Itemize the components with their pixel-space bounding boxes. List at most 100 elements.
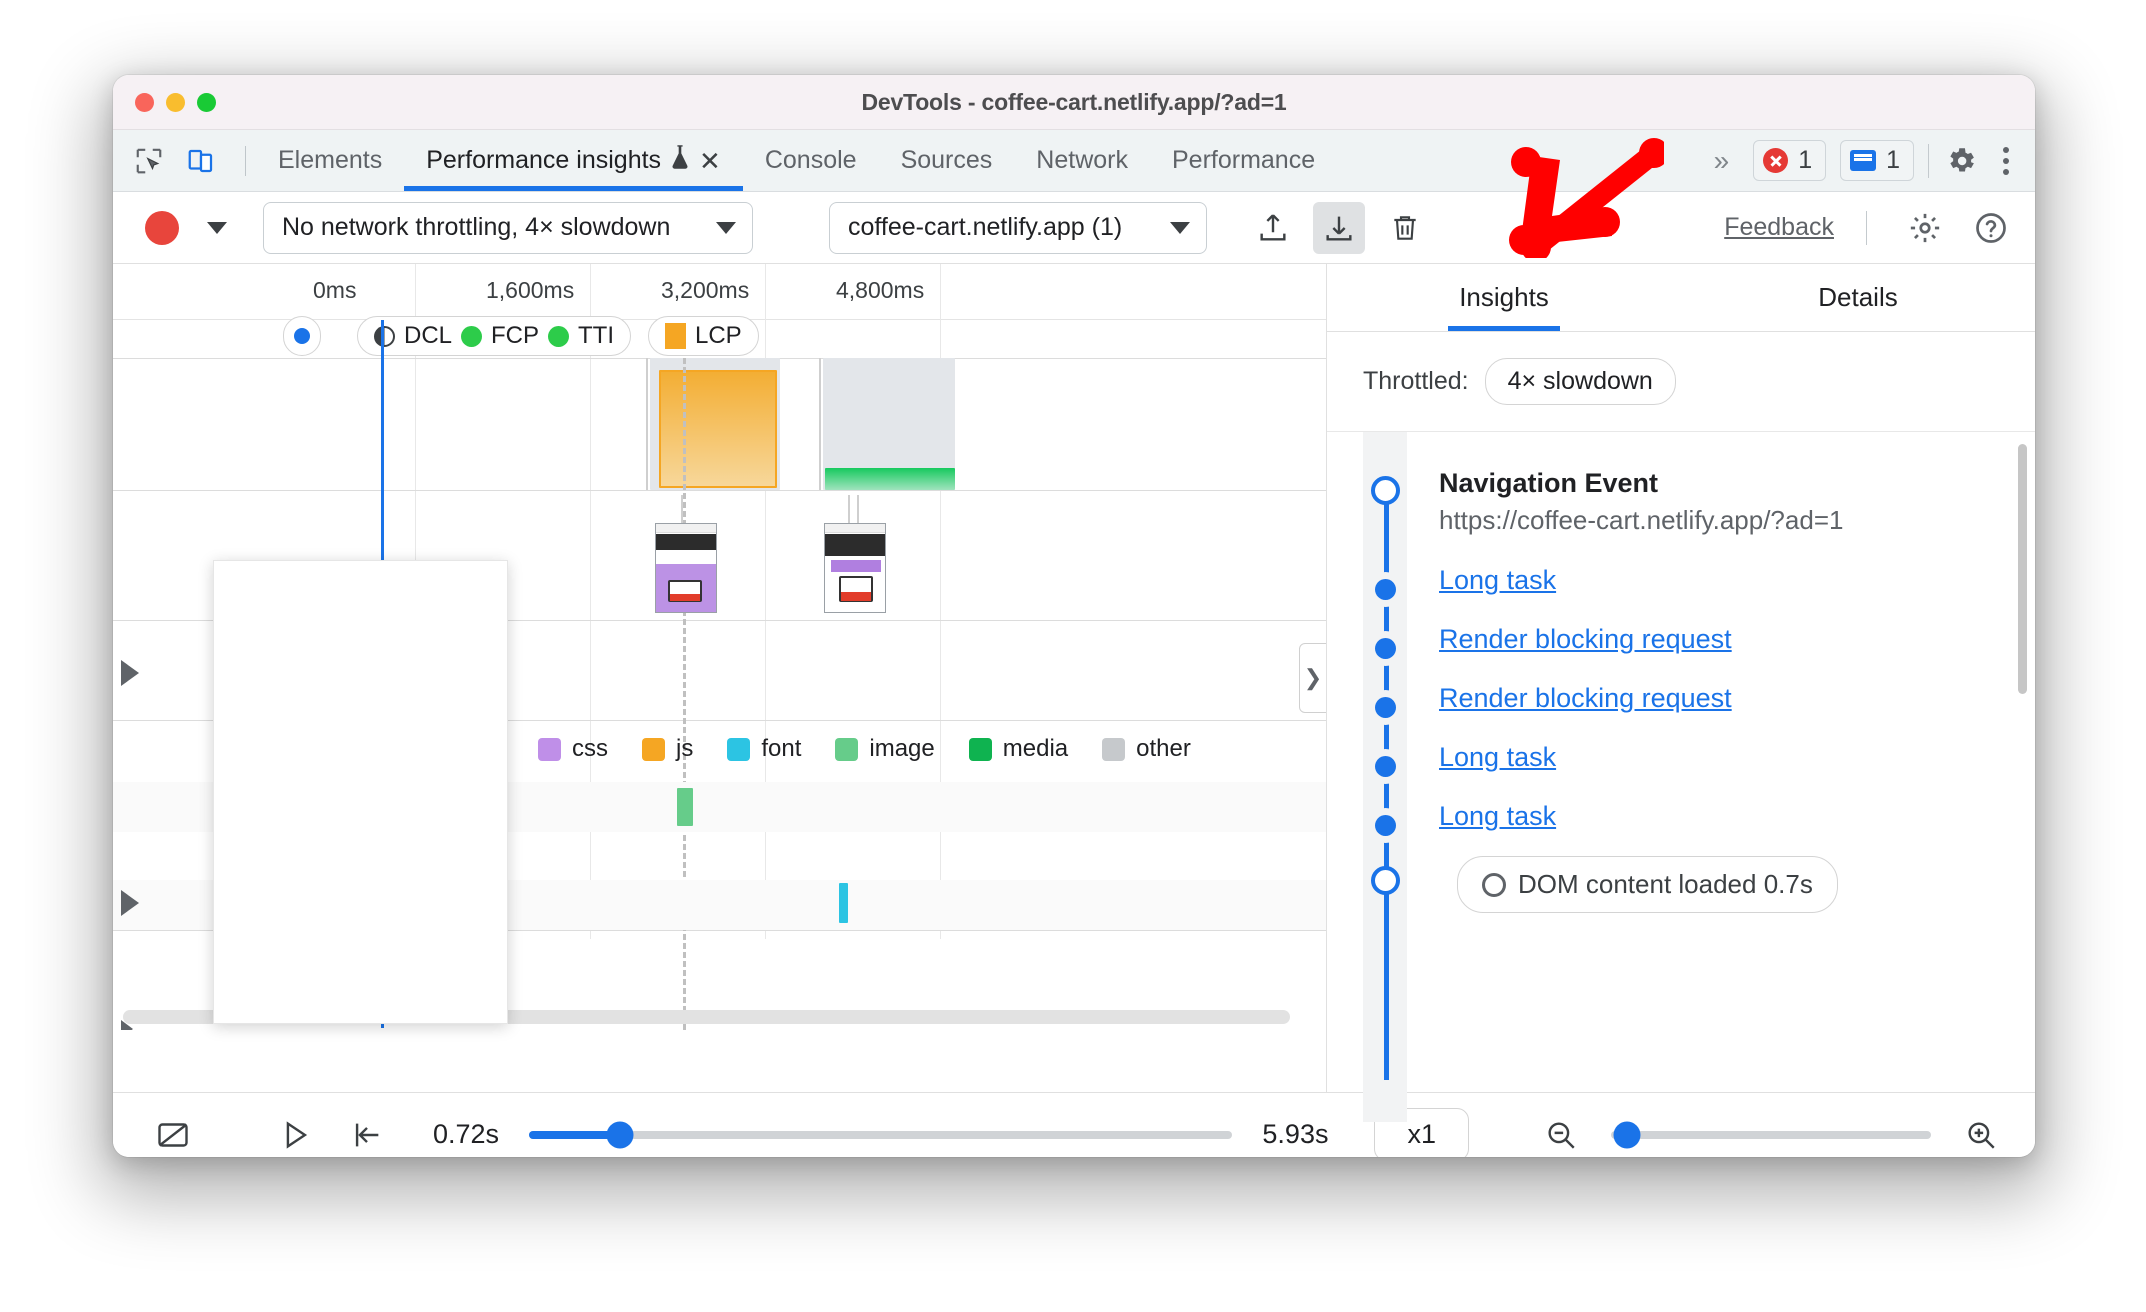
tabbar-left-icons — [113, 130, 256, 191]
gear-icon[interactable] — [1943, 143, 1979, 179]
legend-other-label: other — [1136, 735, 1191, 762]
flame-block-media[interactable] — [825, 468, 955, 490]
throttled-value-chip: 4× slowdown — [1484, 358, 1676, 405]
settings-gear-icon[interactable] — [1899, 202, 1951, 254]
sidebar-collapse-toggle[interactable]: ❯ — [1299, 643, 1326, 713]
tab-console[interactable]: Console — [743, 130, 879, 191]
jump-to-start-button[interactable] — [339, 1107, 395, 1158]
timeline-ruler[interactable]: 0ms 1,600ms 3,200ms 4,800ms — [113, 264, 1326, 939]
throttled-row: Throttled: 4× slowdown — [1327, 332, 2035, 432]
insight-bullet — [1375, 815, 1396, 836]
insight-bullet — [1375, 697, 1396, 718]
tab-list: Elements Performance insights ✕ Console … — [256, 130, 1337, 191]
tab-performance-insights[interactable]: Performance insights ✕ — [404, 130, 743, 191]
tabbar-right-divider — [1928, 143, 1929, 178]
play-button[interactable] — [267, 1107, 323, 1158]
legend-other-swatch — [1102, 737, 1126, 761]
insight-row[interactable]: Long task — [1439, 801, 1556, 832]
insight-link-long-task-3[interactable]: Long task — [1439, 801, 1556, 831]
legend-other: other — [1102, 735, 1191, 763]
feedback-link[interactable]: Feedback — [1724, 213, 1834, 242]
tab-network[interactable]: Network — [1014, 130, 1150, 191]
insights-tab-list: Insights Details — [1327, 264, 2035, 332]
insight-row[interactable]: Render blocking request — [1439, 683, 1732, 714]
insight-bullet — [1375, 756, 1396, 777]
toolbar-divider — [1866, 210, 1867, 245]
insights-list: Navigation Event https://coffee-cart.net… — [1327, 432, 2035, 1122]
legend-js-swatch — [642, 737, 665, 761]
legend-font: font — [727, 735, 801, 763]
main-body: 0ms 1,600ms 3,200ms 4,800ms DCL FCP TTI — [113, 264, 2035, 1122]
devtools-window: DevTools - coffee-cart.netlify.app/?ad=1… — [113, 75, 2035, 1157]
insight-row[interactable]: Long task — [1439, 565, 1556, 596]
network-request-image[interactable] — [677, 788, 693, 826]
trace-select[interactable]: coffee-cart.netlify.app (1) — [829, 201, 1207, 254]
more-options-icon[interactable] — [1993, 146, 2019, 175]
insights-scrollbar[interactable] — [2018, 444, 2027, 694]
download-profile-button[interactable] — [1313, 201, 1365, 254]
tab-sources[interactable]: Sources — [879, 130, 1015, 191]
dom-content-loaded-marker — [1371, 866, 1400, 895]
close-tab-icon[interactable]: ✕ — [699, 148, 721, 174]
track-expander-icon[interactable] — [121, 890, 139, 916]
legend-css-label: css — [572, 735, 608, 762]
filmstrip-connector — [848, 495, 850, 523]
insight-link-long-task-2[interactable]: Long task — [1439, 742, 1556, 772]
tab-console-label: Console — [764, 146, 857, 174]
throttled-label: Throttled: — [1363, 367, 1469, 395]
legend-css-swatch — [538, 737, 561, 761]
toggle-screenshots-icon[interactable] — [145, 1107, 201, 1158]
legend-media-label: media — [1002, 735, 1069, 762]
resource-legend: css js font image media other — [538, 735, 1225, 763]
tabbar-right-group: » 1 1 — [1704, 130, 2035, 191]
tab-details[interactable]: Details — [1681, 264, 2035, 331]
tab-performance-insights-label: Performance insights — [426, 146, 662, 174]
flame-block-js[interactable] — [659, 370, 777, 488]
track-gridline — [590, 358, 591, 658]
error-icon — [1763, 148, 1789, 173]
legend-image: image — [835, 735, 935, 763]
delete-profile-button[interactable] — [1379, 202, 1431, 254]
time-range-slider[interactable] — [529, 1121, 1233, 1148]
track-expander-icon[interactable] — [121, 660, 139, 686]
trace-chevron-down-icon — [1170, 221, 1190, 234]
inspect-element-icon[interactable] — [131, 143, 167, 179]
throttling-select[interactable]: No network throttling, 4× slowdown — [263, 201, 753, 254]
record-options-chevron-down-icon[interactable] — [207, 221, 227, 234]
message-count-badge[interactable]: 1 — [1840, 140, 1914, 181]
tab-elements-label: Elements — [278, 146, 383, 174]
insight-link-long-task-1[interactable]: Long task — [1439, 565, 1556, 595]
screenshot-root: DevTools - coffee-cart.netlify.app/?ad=1… — [0, 0, 2146, 1312]
tab-performance-label: Performance — [1171, 146, 1316, 174]
record-button[interactable] — [145, 210, 179, 245]
tab-elements[interactable]: Elements — [256, 130, 404, 191]
legend-js-label: js — [676, 735, 694, 762]
insight-row[interactable]: Render blocking request — [1439, 624, 1732, 655]
insight-link-render-blocking-2[interactable]: Render blocking request — [1439, 683, 1732, 713]
device-toolbar-icon[interactable] — [183, 143, 219, 179]
help-icon[interactable] — [1965, 202, 2017, 254]
performance-toolbar: No network throttling, 4× slowdown coffe… — [113, 192, 2035, 264]
zoom-slider[interactable] — [1611, 1121, 1931, 1148]
network-request-font[interactable] — [839, 883, 848, 923]
message-icon — [1850, 150, 1877, 171]
ruler-tick-3: 4,800ms — [836, 277, 925, 303]
upload-profile-button[interactable] — [1247, 202, 1299, 254]
error-count-label: 1 — [1798, 146, 1813, 174]
filmstrip-thumbnail[interactable] — [824, 523, 886, 613]
legend-image-label: image — [869, 735, 935, 762]
tab-insights[interactable]: Insights — [1327, 264, 1681, 331]
timeline-tooltip-popup — [213, 560, 508, 1024]
insight-link-render-blocking-1[interactable]: Render blocking request — [1439, 624, 1732, 654]
more-tabs-icon[interactable]: » — [1704, 145, 1740, 177]
tabbar-divider — [245, 145, 246, 176]
tab-performance[interactable]: Performance — [1150, 130, 1337, 191]
insight-row[interactable]: Long task — [1439, 742, 1556, 773]
tab-sources-label: Sources — [900, 146, 993, 174]
tab-insights-label: Insights — [1459, 282, 1549, 312]
insight-navigation-event: Navigation Event https://coffee-cart.net… — [1439, 468, 1843, 536]
dom-content-loaded-label: DOM content loaded 0.7s — [1518, 869, 1813, 899]
error-count-badge[interactable]: 1 — [1753, 140, 1827, 181]
dom-content-loaded-chip[interactable]: DOM content loaded 0.7s — [1457, 856, 1838, 913]
filmstrip-thumbnail[interactable] — [655, 523, 717, 613]
